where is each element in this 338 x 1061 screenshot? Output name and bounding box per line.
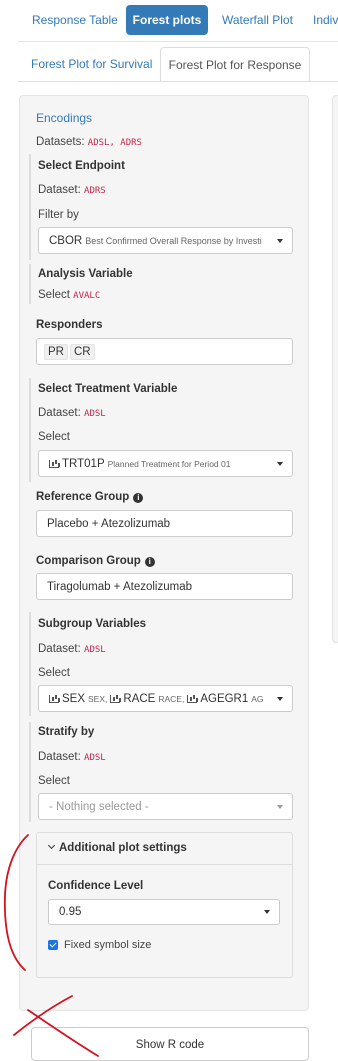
red-cross-annotation [13, 995, 99, 1057]
annotation-overlay [3, 834, 99, 1057]
red-bracket-annotation [3, 834, 29, 971]
